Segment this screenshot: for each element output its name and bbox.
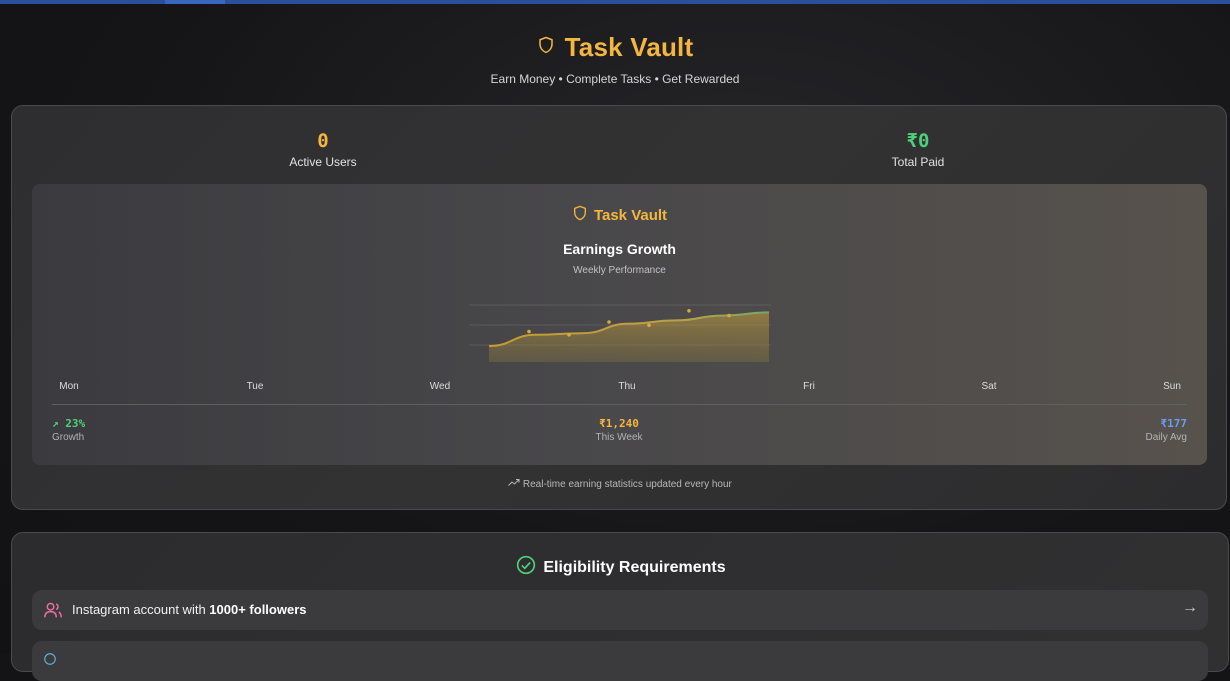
- tagline: Earn Money • Complete Tasks • Get Reward…: [490, 72, 740, 86]
- arrow-right-icon[interactable]: →: [1182, 599, 1198, 617]
- active-users-label: Active Users: [289, 155, 357, 169]
- page: Task Vault Earn Money • Complete Tasks •…: [0, 4, 1230, 681]
- daily-avg-value: ₹177: [1160, 417, 1188, 430]
- requirement-row[interactable]: Instagram account with 1000+ followers →: [32, 590, 1208, 630]
- chart-point: [727, 313, 731, 318]
- trending-up-icon: [508, 479, 523, 490]
- brand: Task Vault: [537, 32, 694, 63]
- total-paid-value: ₹0: [906, 130, 930, 152]
- realtime-note-text: Real-time earning statistics updated eve…: [522, 479, 732, 490]
- stats-card: 0 Active Users ₹0 Total Paid Task Vault …: [11, 105, 1227, 510]
- day-label-fri: Fri: [803, 381, 815, 392]
- requirement-row[interactable]: [32, 641, 1208, 681]
- earnings-chart-panel: Task Vault Earnings Growth Weekly Perfor…: [32, 184, 1207, 465]
- chart-divider: [52, 404, 1187, 405]
- chart-area: [489, 312, 769, 362]
- chart-brand-label: Task Vault: [593, 206, 668, 224]
- growth-value: ↗ 23%: [52, 417, 86, 430]
- day-label-sun: Sun: [1163, 381, 1181, 392]
- check-circle-icon: [516, 555, 536, 580]
- chart-brand: Task Vault: [32, 204, 1207, 227]
- requirement-text-prefix: Instagram account with: [72, 602, 210, 617]
- this-week-value: ₹1,240: [599, 417, 639, 430]
- this-week-label: This Week: [595, 432, 643, 443]
- eligibility-title: Eligibility Requirements: [543, 558, 726, 576]
- day-label-thu: Thu: [618, 381, 636, 392]
- chart-title: Earnings Growth: [563, 241, 676, 257]
- chart-point: [647, 323, 651, 327]
- shield-icon: [572, 204, 588, 226]
- active-users-value: 0: [317, 130, 329, 152]
- total-paid-stat: ₹0 Total Paid: [768, 130, 1068, 169]
- eligibility-header: Eligibility Requirements: [12, 555, 1230, 580]
- shield-icon: [537, 35, 555, 60]
- chart-point: [567, 333, 571, 337]
- users-icon: [43, 601, 63, 624]
- requirement-text-bold: 1000+ followers: [209, 602, 307, 617]
- requirement-text: Instagram account with 1000+ followers: [72, 602, 307, 617]
- app-title: Task Vault: [564, 32, 694, 62]
- chart-point: [527, 329, 531, 334]
- growth-label: Growth: [52, 432, 85, 443]
- day-label-mon: Mon: [59, 381, 79, 392]
- daily-avg-stat: ₹177 Daily Avg: [1145, 417, 1187, 443]
- day-label-wed: Wed: [429, 381, 451, 392]
- active-users-stat: 0 Active Users: [173, 130, 473, 169]
- realtime-note: Real-time earning statistics updated eve…: [12, 478, 1228, 490]
- header: Task Vault Earn Money • Complete Tasks •…: [0, 32, 1230, 86]
- daily-avg-label: Daily Avg: [1145, 432, 1187, 443]
- chart-subtitle: Weekly Performance: [573, 265, 666, 276]
- requirement-icon: [43, 652, 57, 671]
- this-week-stat: ₹1,240 This Week: [569, 417, 669, 443]
- earnings-area-chart: [469, 304, 771, 362]
- total-paid-label: Total Paid: [891, 155, 945, 169]
- eligibility-card: Eligibility Requirements Instagram accou…: [11, 532, 1230, 681]
- chart-point: [687, 309, 691, 313]
- day-label-tue: Tue: [246, 381, 264, 392]
- day-label-sat: Sat: [981, 381, 997, 392]
- growth-stat: ↗ 23% Growth: [52, 417, 85, 443]
- chart-point: [607, 320, 611, 324]
